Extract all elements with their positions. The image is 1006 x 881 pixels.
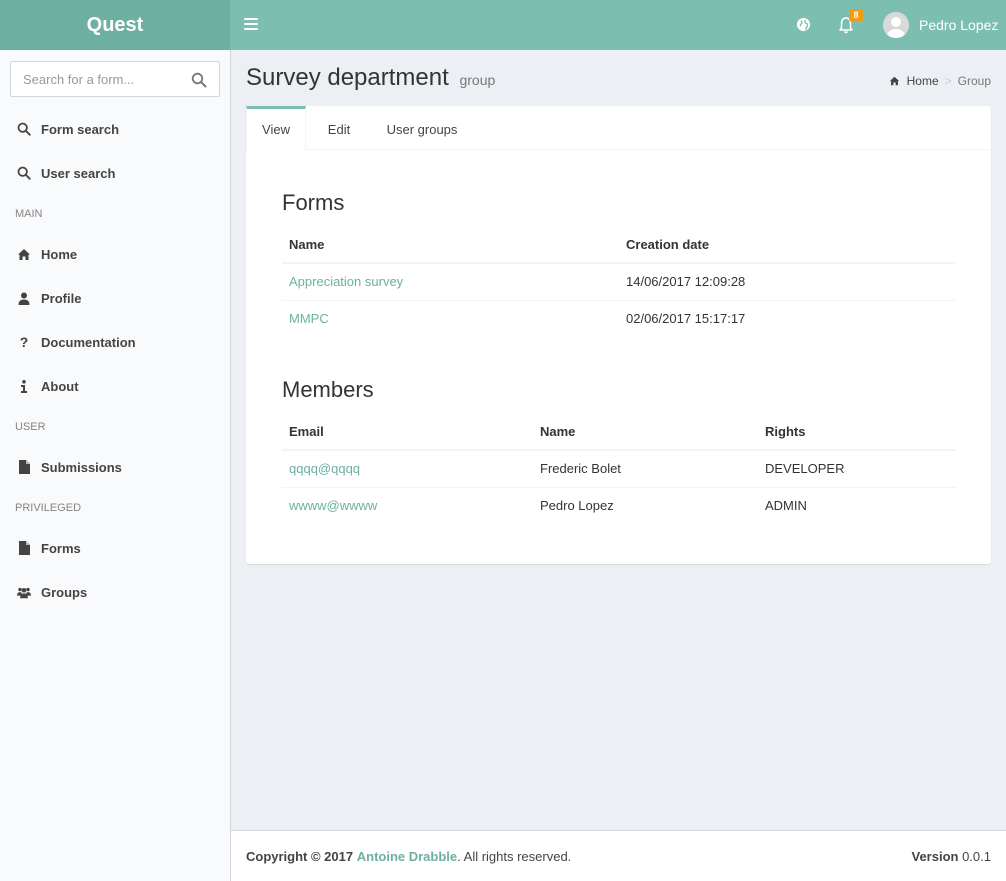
sidebar-toggle-button[interactable] [244, 18, 258, 32]
sidebar-item-label: User search [41, 165, 116, 181]
search-input[interactable] [11, 62, 181, 96]
user-avatar-icon [883, 12, 909, 38]
sidebar-item-user-search[interactable]: User search [0, 151, 230, 195]
sidebar-search [10, 61, 220, 97]
sidebar-item-label: Profile [41, 290, 82, 306]
tab-view[interactable]: View [246, 106, 306, 151]
table-row: MMPC 02/06/2017 15:17:17 [282, 299, 956, 337]
user-icon [17, 291, 31, 305]
form-name-cell: MMPC [282, 299, 619, 337]
sidebar-item-documentation[interactable]: ? Documentation [0, 320, 230, 364]
forms-heading: Forms [282, 190, 345, 215]
file-icon [17, 541, 31, 555]
sidebar: Form search User search MAIN Home Profil… [0, 50, 231, 881]
sidebar-header-privileged: PRIVILEGED [15, 502, 82, 514]
sidebar-item-label: Home [41, 246, 78, 262]
member-email-link[interactable]: qqqq@qqqq [289, 461, 360, 476]
sidebar-item-label: Documentation [41, 334, 136, 350]
creation-date-cell: 14/06/2017 12:09:28 [619, 262, 956, 300]
column-header-name: Name [282, 226, 619, 264]
table-row: qqqq@qqqq Frederic Bolet DEVELOPER [282, 449, 956, 487]
sidebar-item-label: Form search [41, 121, 120, 137]
group-details-box: View Edit User groups Forms Name Creatio… [246, 106, 991, 564]
page-title: Survey department group [246, 64, 495, 92]
sidebar-header-user: USER [15, 421, 46, 433]
menu-bar [244, 28, 258, 30]
app-logo[interactable]: Quest [0, 0, 230, 50]
copyright-text: Copyright © 2017 [246, 849, 354, 864]
menu-bar [244, 23, 258, 25]
member-email-link[interactable]: wwww@wwww [289, 498, 377, 513]
footer: Copyright © 2017 Antoine Drabble. All ri… [231, 830, 1006, 881]
sidebar-header-main: MAIN [15, 208, 43, 220]
footer-copyright: Copyright © 2017 Antoine Drabble. All ri… [246, 849, 571, 864]
top-navbar: Quest 8 Pedro Lopez [0, 0, 1006, 50]
breadcrumb: Home > Group [889, 74, 991, 88]
search-icon [17, 122, 31, 136]
tab-bar: View Edit User groups [246, 106, 991, 151]
breadcrumb-separator: > [944, 74, 952, 88]
sidebar-item-about[interactable]: About [0, 364, 230, 408]
page-title-text: Survey department [246, 64, 449, 91]
sidebar-item-label: Submissions [41, 459, 122, 475]
home-icon [17, 247, 31, 261]
version-label: Version [911, 849, 959, 864]
tab-edit[interactable]: Edit [313, 106, 365, 150]
sidebar-item-groups[interactable]: Groups [0, 570, 230, 614]
form-link[interactable]: MMPC [289, 311, 329, 326]
menu-bar [244, 18, 258, 20]
sidebar-item-label: Forms [41, 540, 81, 556]
search-icon[interactable] [191, 72, 207, 88]
table-header-row: Email Name Rights [282, 413, 956, 451]
breadcrumb-home-link[interactable]: Home [907, 74, 939, 88]
avatar [883, 12, 909, 38]
sidebar-item-profile[interactable]: Profile [0, 276, 230, 320]
question-icon: ? [19, 334, 29, 350]
author-link[interactable]: Antoine Drabble [357, 849, 457, 864]
user-menu[interactable]: Pedro Lopez [883, 12, 998, 38]
globe-icon[interactable] [796, 17, 811, 32]
form-link[interactable]: Appreciation survey [289, 274, 403, 289]
page-subtitle: group [459, 72, 496, 88]
tab-user-groups[interactable]: User groups [377, 106, 467, 150]
table-row: Appreciation survey 14/06/2017 12:09:28 [282, 262, 956, 300]
info-icon [17, 379, 31, 393]
table-header-row: Name Creation date [282, 226, 956, 264]
search-icon [17, 166, 31, 180]
rights-cell: ADMIN [758, 486, 956, 524]
email-cell: qqqq@qqqq [282, 449, 533, 487]
footer-version: Version 0.0.1 [911, 849, 991, 864]
sidebar-item-submissions[interactable]: Submissions [0, 445, 230, 489]
users-icon [17, 585, 31, 599]
form-name-cell: Appreciation survey [282, 262, 619, 300]
member-name-cell: Frederic Bolet [533, 449, 758, 487]
notification-badge: 8 [849, 9, 863, 22]
member-name-cell: Pedro Lopez [533, 486, 758, 524]
rights-text: . All rights reserved. [457, 849, 572, 864]
email-cell: wwww@wwww [282, 486, 533, 524]
sidebar-item-forms[interactable]: Forms [0, 526, 230, 570]
column-header-creation-date: Creation date [619, 226, 956, 264]
sidebar-item-form-search[interactable]: Form search [0, 107, 230, 151]
members-heading: Members [282, 377, 374, 402]
file-icon [17, 460, 31, 474]
breadcrumb-current: Group [957, 74, 991, 88]
sidebar-item-label: Groups [41, 584, 88, 600]
home-icon [889, 76, 899, 86]
sidebar-item-home[interactable]: Home [0, 232, 230, 276]
column-header-rights: Rights [758, 413, 956, 451]
forms-table: Name Creation date Appreciation survey 1… [282, 226, 956, 337]
version-number: 0.0.1 [962, 849, 991, 864]
rights-cell: DEVELOPER [758, 449, 956, 487]
column-header-name: Name [533, 413, 758, 451]
creation-date-cell: 02/06/2017 15:17:17 [619, 299, 956, 337]
sidebar-item-label: About [41, 378, 79, 394]
members-table: Email Name Rights qqqq@qqqq Frederic Bol… [282, 413, 956, 524]
user-name: Pedro Lopez [919, 17, 999, 33]
table-row: wwww@wwww Pedro Lopez ADMIN [282, 486, 956, 524]
column-header-email: Email [282, 413, 533, 451]
